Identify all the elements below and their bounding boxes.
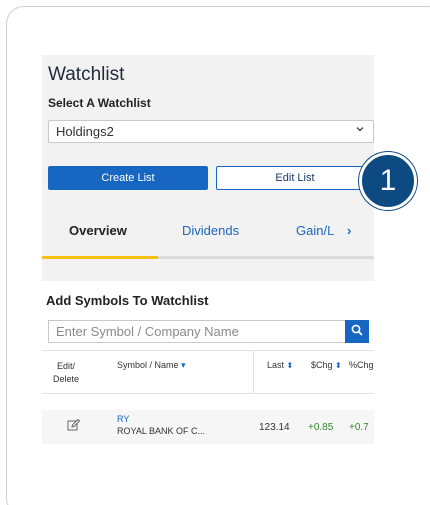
watchlist-select[interactable]: Holdings2 — [48, 120, 374, 143]
tab-track — [158, 256, 374, 259]
header-edit-label: Edit/ — [57, 361, 76, 371]
tab-dividends[interactable]: Dividends — [182, 223, 239, 238]
header-last[interactable]: Last ⬍ — [267, 360, 293, 370]
create-list-button[interactable]: Create List — [48, 166, 208, 190]
header-last-label: Last — [267, 360, 285, 370]
step-callout-badge: 1 — [359, 152, 417, 210]
row-chg: +0.85 — [308, 422, 334, 433]
header-pct-label: %Chg — [349, 360, 374, 370]
tab-overview[interactable]: Overview — [69, 223, 127, 238]
row-company-name: ROYAL BANK OF C... — [117, 426, 206, 436]
header-symbol-name[interactable]: Symbol / Name ▾ — [117, 360, 186, 371]
add-symbols-title: Add Symbols To Watchlist — [46, 293, 209, 308]
header-pct[interactable]: %Chg — [349, 360, 374, 370]
edit-list-button[interactable]: Edit List — [216, 166, 374, 190]
search-button[interactable] — [345, 320, 369, 343]
tab-scroll-right-icon[interactable]: › — [347, 223, 351, 238]
sort-updown-icon: ⬍ — [286, 361, 294, 370]
watchlist-select-value: Holdings2 — [56, 124, 114, 139]
chevron-down-icon — [355, 124, 365, 137]
header-edit-delete: Edit/ Delete — [53, 360, 79, 386]
watchlist-panel: Watchlist Select A Watchlist Holdings2 C… — [42, 55, 374, 467]
column-divider — [253, 351, 254, 393]
header-symbol-label: Symbol / Name — [117, 360, 179, 370]
search-icon — [351, 323, 363, 341]
header-chg-label: $Chg — [311, 360, 333, 370]
sort-down-icon: ▾ — [181, 360, 186, 370]
tab-bar: Overview Dividends Gain/L › — [42, 203, 374, 262]
table-row[interactable]: RY ROYAL BANK OF C... 123.14 +0.85 +0.7 — [42, 410, 374, 444]
sort-updown-icon: ⬍ — [335, 361, 342, 370]
page-title: Watchlist — [48, 64, 125, 85]
symbol-search-input[interactable] — [48, 320, 345, 343]
row-symbol[interactable]: RY — [117, 414, 129, 424]
row-last: 123.14 — [259, 422, 290, 433]
row-pct: +0.7 — [349, 422, 369, 433]
table-header: Edit/ Delete Symbol / Name ▾ Last ⬍ $Chg… — [42, 350, 374, 394]
header-chg[interactable]: $Chg ⬍ — [311, 360, 342, 370]
header-delete-label: Delete — [53, 374, 80, 384]
pencil-edit-icon[interactable] — [67, 418, 81, 437]
tab-active-indicator — [42, 256, 158, 259]
select-watchlist-label: Select A Watchlist — [48, 96, 151, 110]
